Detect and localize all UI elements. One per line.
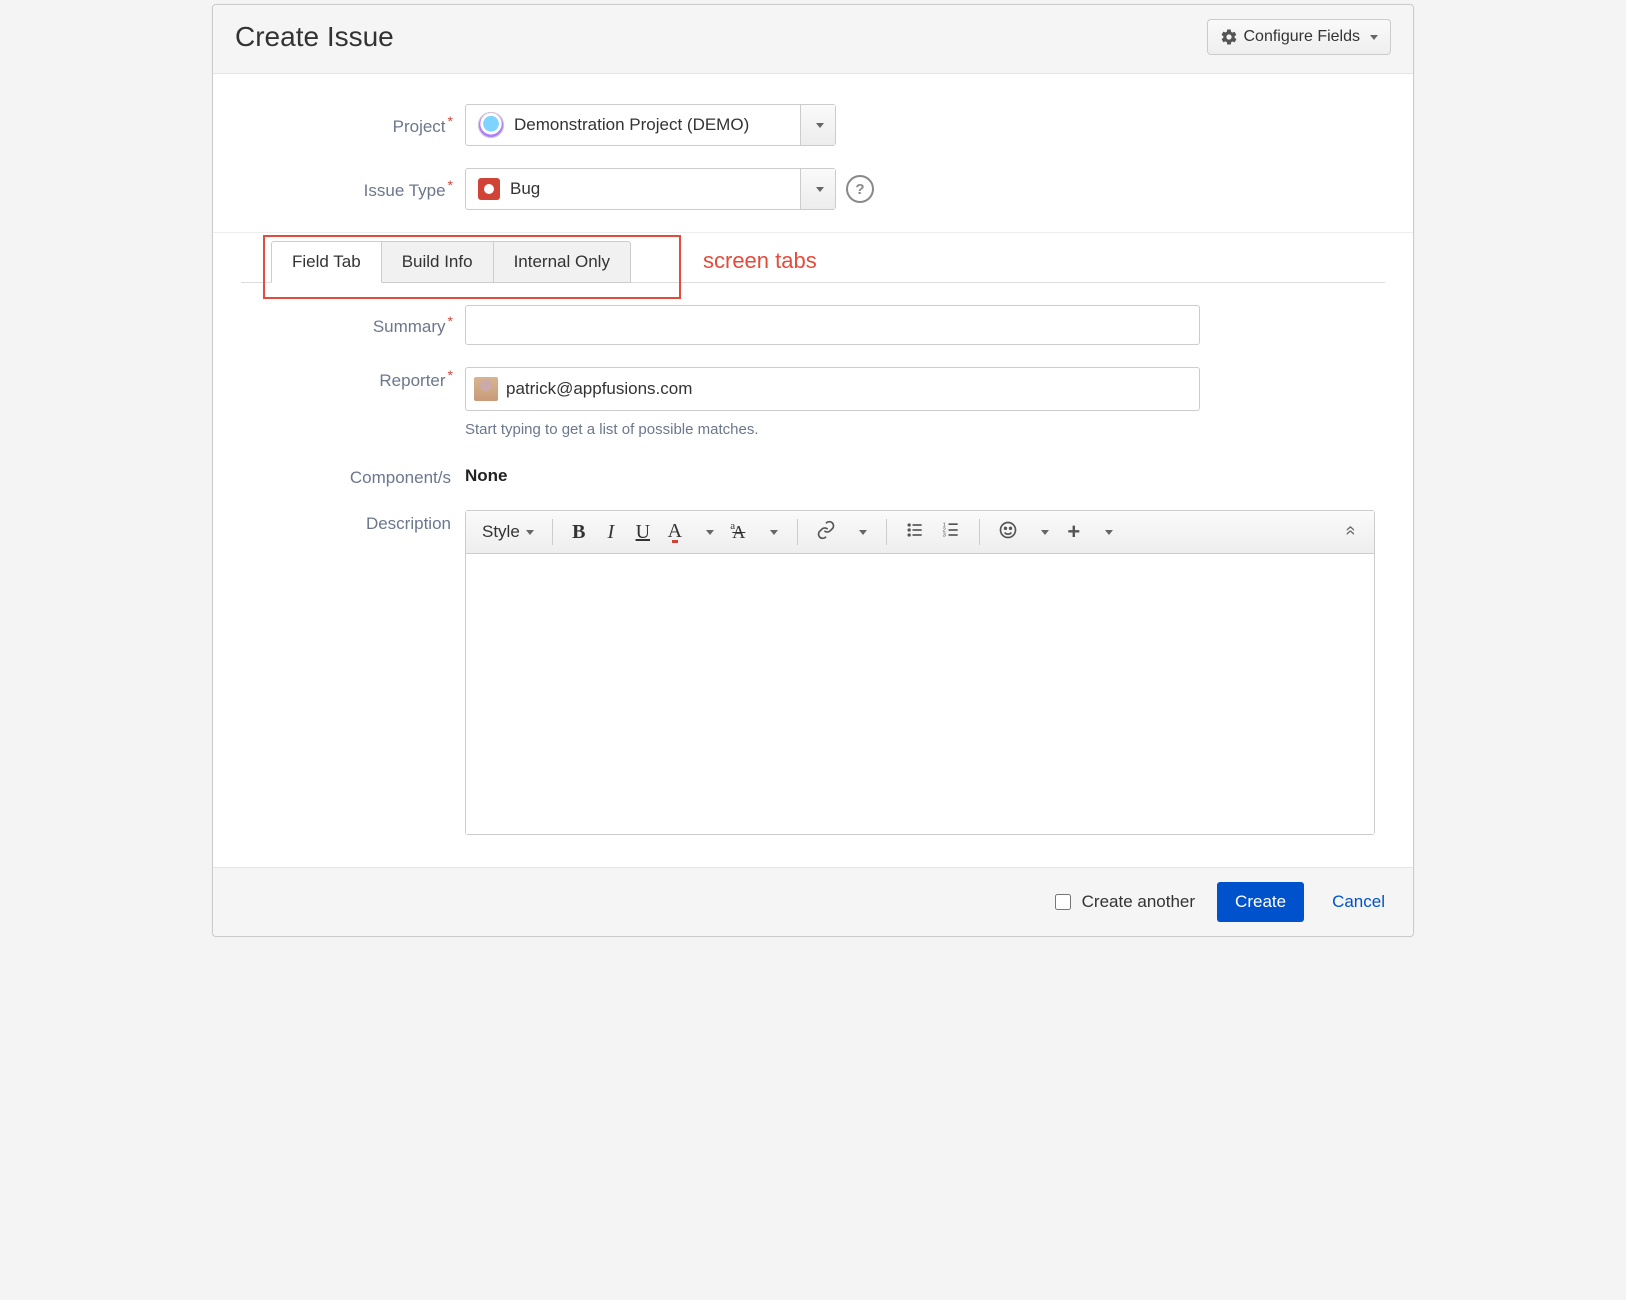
components-label: Component/s [241,464,465,488]
issue-type-select-trigger[interactable] [800,169,835,209]
project-label: Project* [241,113,465,137]
project-select-trigger[interactable] [800,105,835,145]
chevrons-icon: » [1339,529,1360,535]
gear-icon [1220,28,1238,46]
bullet-list-button[interactable] [899,517,931,547]
components-value: None [465,466,508,485]
caret-down-icon [1370,35,1378,40]
text-color-button[interactable]: A [661,517,689,547]
description-label: Description [241,510,465,534]
description-textarea[interactable] [466,554,1374,834]
link-dropdown[interactable] [846,517,874,547]
toolbar-separator [797,519,798,545]
link-button[interactable] [810,517,842,547]
rte-toolbar: Style B I U A A [466,511,1374,554]
reporter-row: Reporter* patrick@appfusions.com Start t… [241,367,1385,438]
issue-type-row: Issue Type* Bug ? [241,168,1385,210]
issue-type-select[interactable]: Bug [465,168,836,210]
summary-input[interactable] [465,305,1200,345]
configure-fields-button[interactable]: Configure Fields [1207,19,1392,55]
bold-button[interactable]: B [565,517,593,547]
numbered-list-icon: 123 [941,520,961,545]
description-row: Description Style B I U A A [241,510,1385,835]
project-avatar-icon [478,112,504,138]
caret-down-icon [770,530,778,535]
project-value: Demonstration Project (DEMO) [514,115,749,135]
annotation-label: screen tabs [703,248,817,274]
help-icon[interactable]: ? [846,175,874,203]
reporter-input[interactable]: patrick@appfusions.com [465,367,1200,411]
issue-type-value: Bug [510,179,540,199]
tab-build-info[interactable]: Build Info [382,241,494,283]
summary-label: Summary* [241,313,465,337]
tab-internal-only[interactable]: Internal Only [494,241,631,283]
toolbar-separator [979,519,980,545]
tab-field-tab[interactable]: Field Tab [271,241,382,283]
bug-icon [478,178,500,200]
project-row: Project* Demonstration Project (DEMO) [241,104,1385,146]
svg-text:3: 3 [942,532,945,538]
create-another-label: Create another [1082,892,1195,912]
text-color-dropdown[interactable] [693,517,721,547]
create-issue-dialog: Create Issue Configure Fields Project* D… [212,4,1414,937]
create-another-input[interactable] [1055,894,1071,910]
caret-down-icon [859,530,867,535]
emoji-dropdown[interactable] [1028,517,1056,547]
bullet-list-icon [905,520,925,545]
form-area: Project* Demonstration Project (DEMO) Is… [213,74,1413,867]
caret-down-icon [816,187,824,192]
reporter-label: Reporter* [241,367,465,391]
rte-style-dropdown[interactable]: Style [476,517,540,547]
underline-button[interactable]: U [629,517,657,547]
caret-down-icon [816,123,824,128]
italic-button[interactable]: I [597,517,625,547]
caret-down-icon [1105,530,1113,535]
issue-type-label: Issue Type* [241,177,465,201]
screen-tabs: Field Tab Build Info Internal Only scree… [213,233,1413,283]
expand-toolbar-button[interactable]: » [1336,517,1364,547]
components-row: Component/s None [241,464,1385,488]
numbered-list-button[interactable]: 123 [935,517,967,547]
create-button[interactable]: Create [1217,882,1304,922]
description-editor: Style B I U A A [465,510,1375,835]
plus-icon: + [1067,519,1080,545]
toolbar-separator [552,519,553,545]
caret-down-icon [526,530,534,535]
reporter-value: patrick@appfusions.com [506,379,692,399]
project-select[interactable]: Demonstration Project (DEMO) [465,104,836,146]
configure-fields-label: Configure Fields [1244,28,1361,46]
clear-formatting-dropdown[interactable] [757,517,785,547]
clear-formatting-button[interactable]: A [725,517,753,547]
insert-more-button[interactable]: + [1060,517,1088,547]
emoji-button[interactable] [992,517,1024,547]
toolbar-separator [886,519,887,545]
link-icon [816,520,836,545]
cancel-button[interactable]: Cancel [1326,891,1391,913]
summary-row: Summary* [241,305,1385,345]
emoji-icon [998,520,1018,545]
caret-down-icon [706,530,714,535]
reporter-helper: Start typing to get a list of possible m… [465,421,1385,438]
create-another-checkbox[interactable]: Create another [1051,891,1195,913]
dialog-header: Create Issue Configure Fields [213,5,1413,74]
avatar [474,377,498,401]
insert-more-dropdown[interactable] [1092,517,1120,547]
dialog-title: Create Issue [235,21,1207,53]
dialog-footer: Create another Create Cancel [213,867,1413,936]
caret-down-icon [1041,530,1049,535]
